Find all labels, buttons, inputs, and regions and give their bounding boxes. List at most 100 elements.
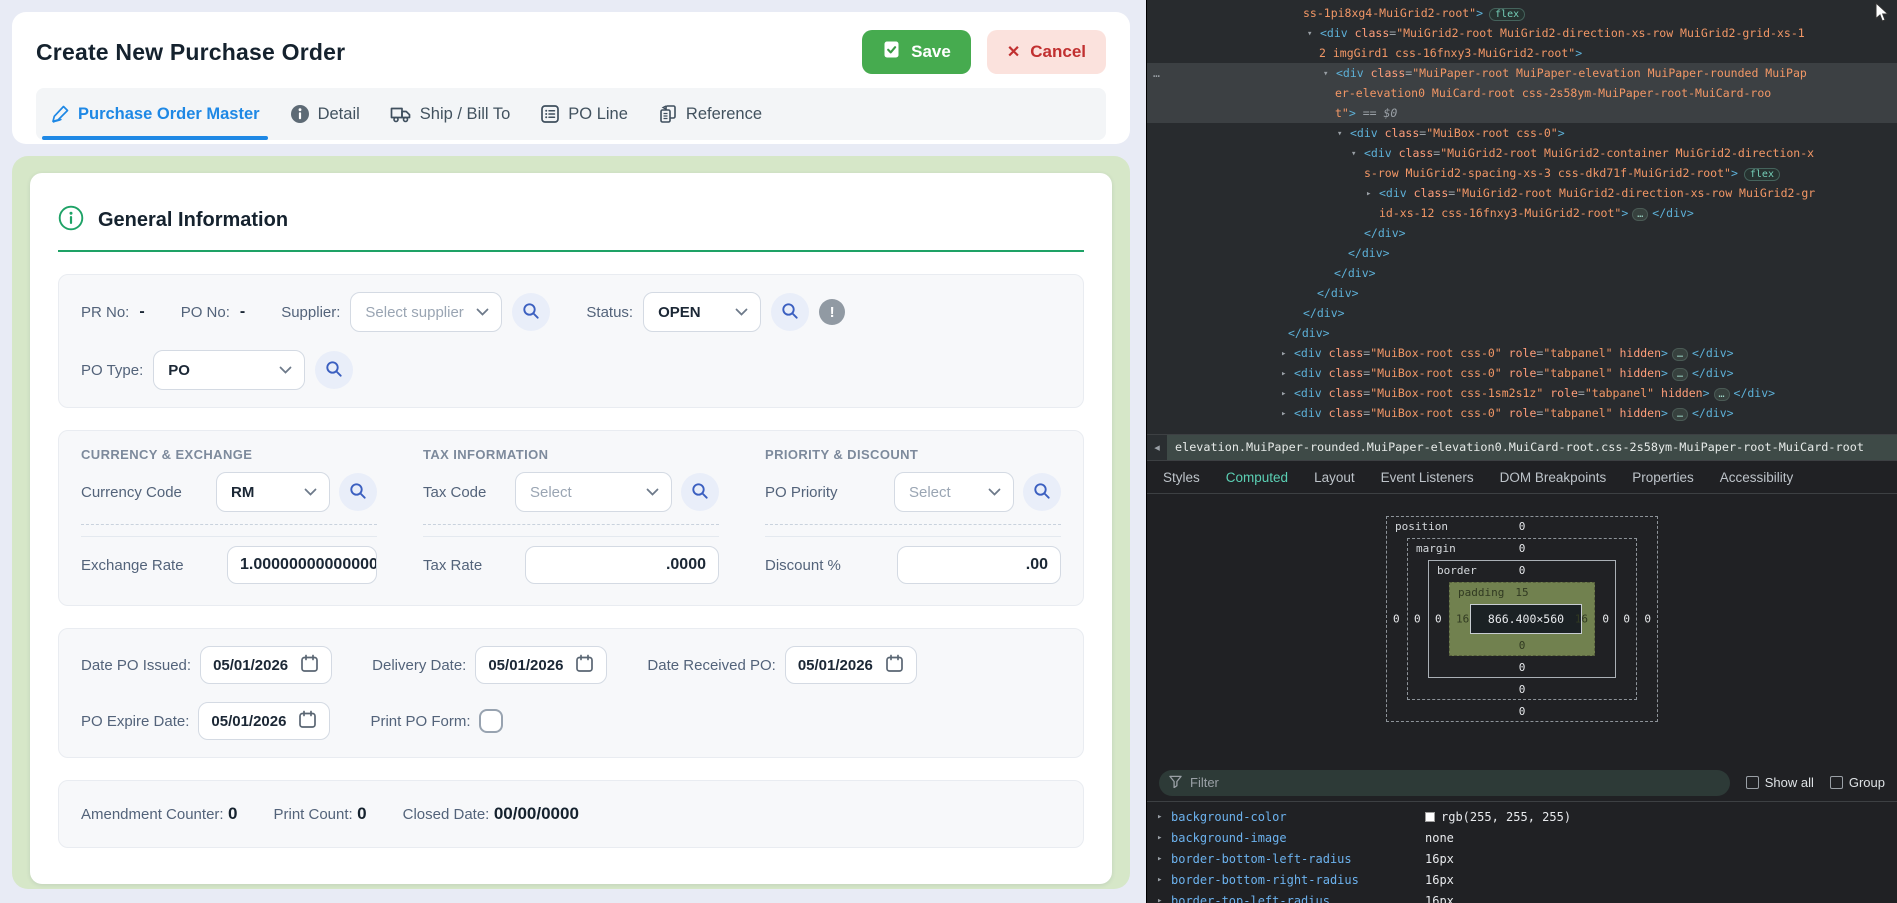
exchange-rate-input[interactable]: 1.000000000000000: [227, 546, 377, 584]
date-received-po-input[interactable]: 05/01/2026: [785, 646, 917, 684]
devtools-tree-row[interactable]: ▸<div class="MuiBox-root css-1sm2s1z" ro…: [1147, 383, 1897, 403]
tab-dom-breakpoints[interactable]: DOM Breakpoints: [1500, 470, 1607, 485]
po-type-select[interactable]: PO: [153, 350, 305, 390]
cancel-button[interactable]: ✕ Cancel: [987, 30, 1106, 74]
computed-property-row[interactable]: ▸ border-bottom-right-radius 16px: [1147, 869, 1897, 890]
devtools-tree-row[interactable]: id-xs-12 css-16fnxy3-MuiGrid2-root">…</d…: [1147, 203, 1897, 223]
twisty-icon[interactable]: ▸: [1281, 404, 1294, 424]
code-token: <div: [1336, 66, 1364, 80]
expand-arrow-icon[interactable]: ▸: [1157, 896, 1171, 903]
copy-icon: [658, 104, 678, 124]
tab-computed[interactable]: Computed: [1226, 470, 1288, 485]
tab-layout[interactable]: Layout: [1314, 470, 1355, 485]
devtools-tree-row[interactable]: 2 imgGird1 css-16fnxy3-MuiGrid2-root">: [1147, 43, 1897, 63]
devtools-tree-row[interactable]: </div>: [1147, 223, 1897, 243]
code-token: </div>: [1288, 326, 1330, 340]
tab-purchase-order-master[interactable]: Purchase Order Master: [50, 88, 260, 140]
devtools-tree-row[interactable]: ▾<div class="MuiGrid2-root MuiGrid2-cont…: [1147, 143, 1897, 163]
delivery-date-input[interactable]: 05/01/2026: [475, 646, 607, 684]
devtools-tree-row[interactable]: …▾<div class="MuiPaper-root MuiPaper-ele…: [1147, 63, 1897, 83]
general-info-card: General Information PR No: - PO No: - Su…: [12, 156, 1130, 889]
save-button[interactable]: Save: [862, 30, 971, 74]
computed-property-row[interactable]: ▸ border-bottom-left-radius 16px: [1147, 848, 1897, 869]
currency-code-select[interactable]: RM: [216, 472, 330, 512]
tax-rate-input[interactable]: .0000: [525, 546, 719, 584]
filter-input[interactable]: Filter: [1159, 770, 1730, 796]
devtools-tree-row[interactable]: t"> == $0: [1147, 103, 1897, 123]
breadcrumb[interactable]: elevation.MuiPaper-rounded.MuiPaper-elev…: [1167, 435, 1897, 460]
tab-po-line[interactable]: PO Line: [540, 88, 628, 140]
devtools-tree-row[interactable]: s-row MuiGrid2-spacing-xs-3 css-dkd71f-M…: [1147, 163, 1897, 183]
show-all-checkbox[interactable]: [1746, 776, 1759, 789]
tax-code-search-button[interactable]: [681, 473, 719, 511]
tax-code-select[interactable]: Select: [515, 472, 672, 512]
devtools-elements-tree[interactable]: ss-1pi8xg4-MuiGrid2-root">flex▾<div clas…: [1147, 0, 1897, 434]
code-token: class: [1407, 186, 1449, 200]
print-po-form-checkbox[interactable]: [479, 709, 503, 733]
twisty-icon[interactable]: ▸: [1281, 364, 1294, 384]
twisty-icon[interactable]: ▾: [1307, 24, 1320, 44]
expand-arrow-icon[interactable]: ▸: [1157, 833, 1171, 843]
color-swatch[interactable]: [1425, 812, 1435, 822]
tab-detail[interactable]: Detail: [290, 88, 360, 140]
supplier-select[interactable]: Select supplier: [350, 292, 502, 332]
expand-arrow-icon[interactable]: ▸: [1157, 812, 1171, 822]
code-token: </div>: [1364, 226, 1406, 240]
tab-ship-bill-to[interactable]: Ship / Bill To: [390, 88, 511, 140]
box-model-border: border 0 0 0 0 padding 15 0 16 16 866.40…: [1428, 560, 1616, 678]
twisty-icon[interactable]: ▾: [1323, 64, 1336, 84]
devtools-tree-row[interactable]: </div>: [1147, 283, 1897, 303]
expand-arrow-icon[interactable]: ▸: [1157, 875, 1171, 885]
calendar-icon[interactable]: [300, 654, 319, 677]
tab-accessibility[interactable]: Accessibility: [1720, 470, 1794, 485]
devtools-tree-row[interactable]: ▸<div class="MuiBox-root css-0" role="ta…: [1147, 403, 1897, 423]
tab-properties[interactable]: Properties: [1632, 470, 1694, 485]
devtools-tree-row[interactable]: </div>: [1147, 243, 1897, 263]
po-expire-date-input[interactable]: 05/01/2026: [198, 702, 330, 740]
twisty-icon[interactable]: ▾: [1351, 144, 1364, 164]
devtools-tree-row[interactable]: </div>: [1147, 323, 1897, 343]
group-checkbox[interactable]: [1830, 776, 1843, 789]
po-priority-select[interactable]: Select: [894, 472, 1014, 512]
devtools-tree-row[interactable]: </div>: [1147, 303, 1897, 323]
twisty-icon[interactable]: ▸: [1281, 344, 1294, 364]
devtools-tree-row[interactable]: </div>: [1147, 263, 1897, 283]
twisty-icon[interactable]: ▸: [1366, 184, 1379, 204]
computed-property-row[interactable]: ▸ background-image none: [1147, 827, 1897, 848]
devtools-tree-row[interactable]: er-elevation0 MuiCard-root css-2s58ym-Mu…: [1147, 83, 1897, 103]
currency-search-button[interactable]: [339, 473, 377, 511]
computed-property-row[interactable]: ▸ border-top-left-radius 16px: [1147, 890, 1897, 903]
supplier-search-button[interactable]: [512, 293, 550, 331]
mouse-cursor-icon: [1874, 2, 1889, 28]
status-search-button[interactable]: [771, 293, 809, 331]
calendar-icon[interactable]: [575, 654, 594, 677]
devtools-tree-row[interactable]: ▾<div class="MuiGrid2-root MuiGrid2-dire…: [1147, 23, 1897, 43]
calendar-icon[interactable]: [885, 654, 904, 677]
code-token: class: [1322, 346, 1364, 360]
devtools-tree-row[interactable]: ss-1pi8xg4-MuiGrid2-root">flex: [1147, 3, 1897, 23]
devtools-tree-row[interactable]: ▸<div class="MuiBox-root css-0" role="ta…: [1147, 363, 1897, 383]
devtools-tree-row[interactable]: ▸<div class="MuiGrid2-root MuiGrid2-dire…: [1147, 183, 1897, 203]
devtools-tree-row[interactable]: ▾<div class="MuiBox-root css-0">: [1147, 123, 1897, 143]
computed-property-row[interactable]: ▸ background-color rgb(255, 255, 255): [1147, 806, 1897, 827]
tab-styles[interactable]: Styles: [1163, 470, 1200, 485]
box-model-diagram[interactable]: position 0 0 0 0 margin 0 0 0 0 border 0…: [1386, 516, 1658, 722]
tab-reference[interactable]: Reference: [658, 88, 762, 140]
po-type-search-button[interactable]: [315, 351, 353, 389]
close-icon: ✕: [1007, 42, 1020, 62]
page-title: Create New Purchase Order: [36, 39, 345, 66]
date-po-issued-input[interactable]: 05/01/2026: [200, 646, 332, 684]
breadcrumb-scroll-left-button[interactable]: ◂: [1147, 435, 1167, 460]
devtools-tree-row[interactable]: ▸<div class="MuiBox-root css-0" role="ta…: [1147, 343, 1897, 363]
expand-arrow-icon[interactable]: ▸: [1157, 854, 1171, 864]
tab-event-listeners[interactable]: Event Listeners: [1381, 470, 1474, 485]
status-select[interactable]: OPEN: [643, 292, 761, 332]
discount-input[interactable]: .00: [897, 546, 1061, 584]
row-menu-icon[interactable]: …: [1153, 63, 1161, 83]
code-token: …: [1632, 208, 1648, 221]
calendar-icon[interactable]: [298, 710, 317, 733]
po-priority-search-button[interactable]: [1023, 473, 1061, 511]
twisty-icon[interactable]: ▾: [1337, 124, 1350, 144]
twisty-icon[interactable]: ▸: [1281, 384, 1294, 404]
code-token: …: [1672, 348, 1688, 361]
